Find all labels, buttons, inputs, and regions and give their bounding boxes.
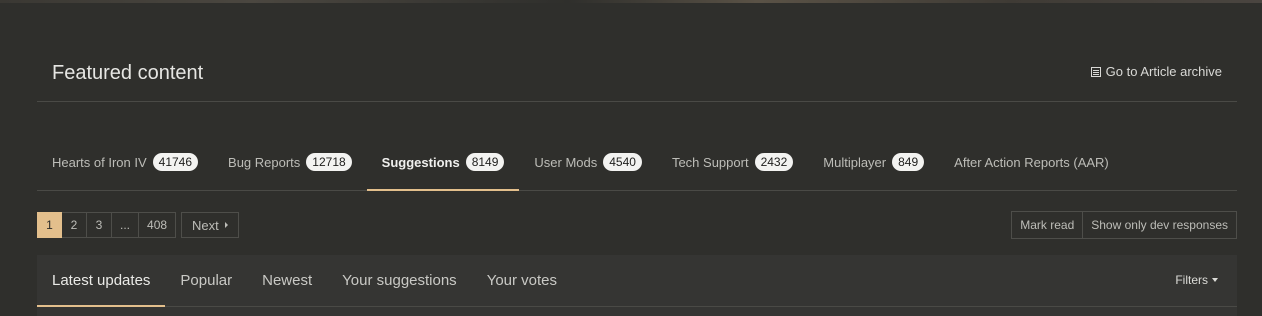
tab-tech-support[interactable]: Tech Support 2432	[657, 143, 808, 190]
next-page-button[interactable]: Next	[181, 212, 239, 238]
thread-actions: Mark read Show only dev responses	[1011, 211, 1237, 239]
chevron-down-icon	[1212, 278, 1218, 282]
tab-label: Suggestions	[381, 154, 460, 170]
page: Featured content Go to Article archive H…	[0, 0, 1262, 316]
tab-label: Hearts of Iron IV	[52, 154, 147, 170]
filters-label: Filters	[1175, 273, 1208, 287]
next-label: Next	[192, 217, 219, 233]
suggestions-subnav: Latest updates Popular Newest Your sugge…	[37, 255, 1237, 316]
subtab-your-suggestions[interactable]: Your suggestions	[327, 255, 472, 306]
subtab-your-votes[interactable]: Your votes	[472, 255, 572, 306]
subtab-newest[interactable]: Newest	[247, 255, 327, 306]
mark-read-button[interactable]: Mark read	[1011, 211, 1084, 239]
count-badge: 849	[892, 153, 925, 171]
page-button[interactable]: 2	[62, 212, 87, 238]
count-badge: 41746	[152, 153, 199, 171]
forum-tabs: Hearts of Iron IV 41746 Bug Reports 1271…	[37, 143, 1237, 191]
subtab-latest-updates[interactable]: Latest updates	[37, 255, 166, 307]
count-badge: 12718	[306, 153, 352, 171]
article-archive-label: Go to Article archive	[1105, 64, 1222, 79]
archive-icon	[1090, 66, 1101, 77]
subtab-popular[interactable]: Popular	[165, 255, 247, 306]
count-badge: 4540	[603, 153, 642, 171]
tab-multiplayer[interactable]: Multiplayer 849	[808, 143, 939, 190]
featured-title: Featured content	[52, 62, 204, 84]
dev-responses-button[interactable]: Show only dev responses	[1083, 211, 1237, 239]
page-button[interactable]: 3	[87, 212, 112, 238]
tab-label: Multiplayer	[823, 154, 887, 170]
article-archive-link[interactable]: Go to Article archive	[1090, 64, 1222, 79]
tab-hearts-of-iron-iv[interactable]: Hearts of Iron IV 41746	[37, 143, 213, 190]
tab-label: User Mods	[534, 154, 598, 170]
page-ellipsis-button[interactable]: ...	[112, 212, 140, 238]
tab-label: Bug Reports	[228, 154, 301, 170]
header-image-strip	[0, 0, 1262, 3]
tab-user-mods[interactable]: User Mods 4540	[519, 143, 657, 190]
count-badge: 2432	[754, 153, 794, 171]
tab-label: After Action Reports (AAR)	[954, 154, 1109, 170]
tab-after-action-reports[interactable]: After Action Reports (AAR)	[939, 143, 1124, 190]
featured-header: Featured content Go to Article archive	[37, 44, 1237, 102]
chevron-right-icon	[224, 222, 228, 228]
count-badge: 8149	[465, 153, 505, 171]
filters-dropdown[interactable]: Filters	[1175, 273, 1218, 287]
tab-suggestions[interactable]: Suggestions 8149	[366, 143, 520, 191]
page-button[interactable]: 408	[139, 212, 177, 238]
tab-bug-reports[interactable]: Bug Reports 12718	[213, 143, 367, 190]
page-button[interactable]: 1	[37, 212, 62, 238]
pagination: 1 2 3 ... 408 Next	[37, 212, 239, 238]
tab-label: Tech Support	[671, 154, 749, 170]
